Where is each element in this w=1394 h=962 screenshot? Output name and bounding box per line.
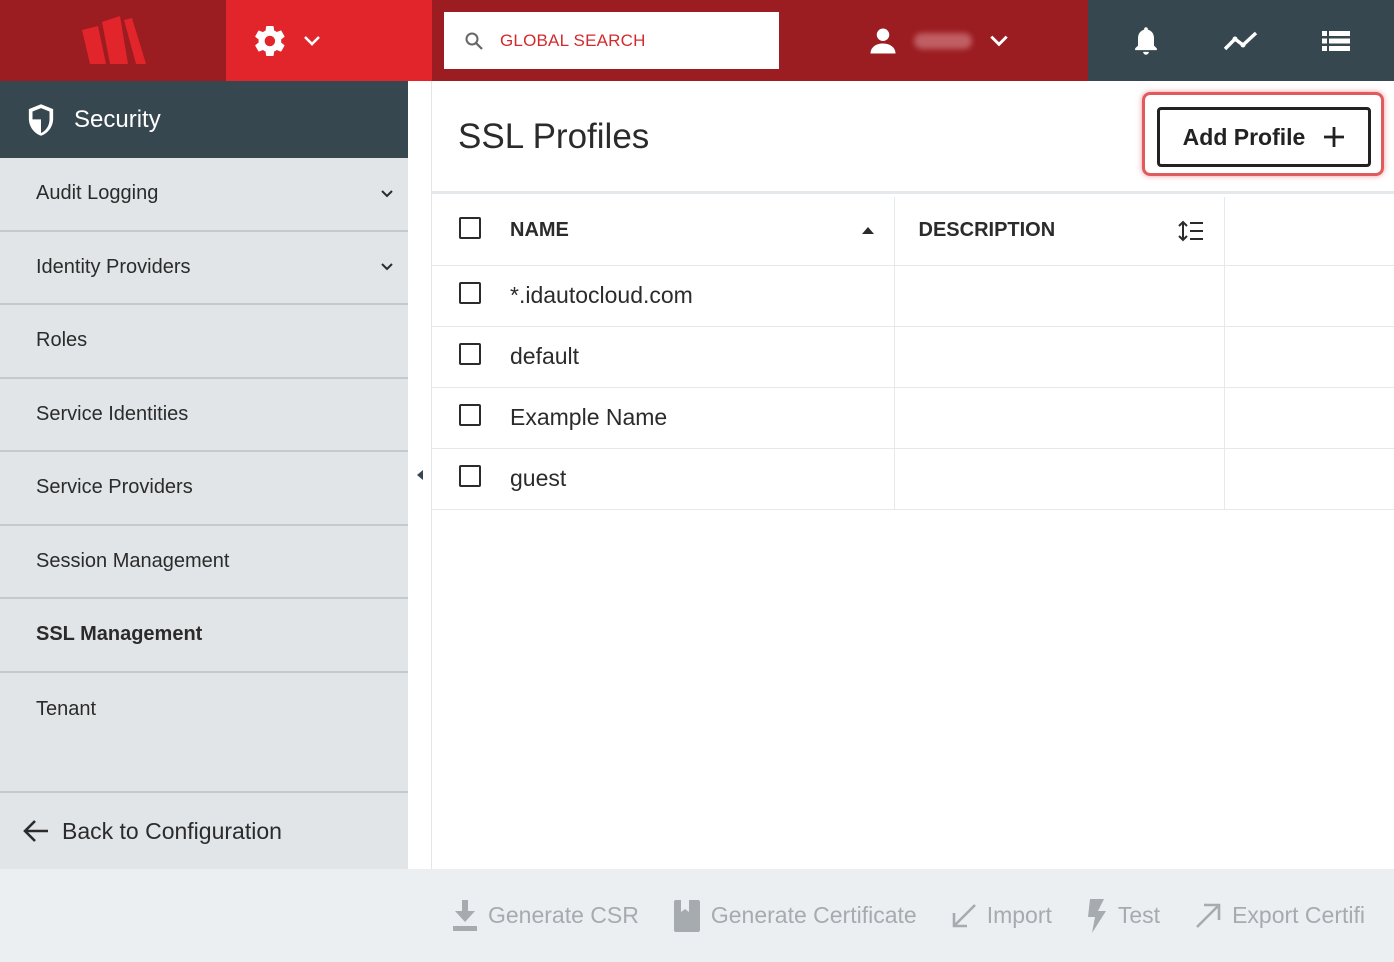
cell-name[interactable]: default bbox=[510, 326, 895, 388]
bottom-action-bar: Generate CSR Generate Certificate Import… bbox=[0, 869, 1394, 962]
generate-csr-button[interactable]: Generate CSR bbox=[452, 899, 639, 932]
notifications-button[interactable] bbox=[1116, 11, 1176, 71]
page-title: SSL Profiles bbox=[458, 117, 650, 156]
export-certificate-label: Export Certifi bbox=[1232, 902, 1365, 928]
settings-menu-button[interactable] bbox=[226, 0, 432, 81]
chevron-down-icon bbox=[990, 35, 1008, 46]
table-header-row: NAME DESCRIPTION bbox=[432, 197, 1394, 266]
cell-name[interactable]: *.idautocloud.com bbox=[510, 265, 895, 327]
table-row[interactable]: *.idautocloud.com bbox=[432, 265, 1394, 327]
sidebar: Security Audit Logging Identity Provider… bbox=[0, 81, 408, 869]
back-label: Back to Configuration bbox=[62, 817, 282, 844]
analytics-button[interactable] bbox=[1211, 11, 1271, 71]
sort-ascending-icon bbox=[861, 226, 874, 234]
certificate-icon bbox=[673, 899, 700, 932]
select-all-checkbox[interactable] bbox=[459, 216, 481, 239]
download-icon bbox=[453, 899, 477, 931]
sidebar-item-label: Roles bbox=[36, 329, 88, 352]
user-menu-button[interactable] bbox=[868, 0, 1010, 81]
sidebar-item-label: Service Identities bbox=[36, 402, 189, 425]
test-button[interactable]: Test bbox=[1086, 898, 1161, 933]
import-button[interactable]: Import bbox=[951, 902, 1052, 929]
sidebar-item-session-management[interactable]: Session Management bbox=[0, 526, 408, 599]
export-certificate-button[interactable]: Export Certifi bbox=[1194, 902, 1365, 930]
bell-icon bbox=[1134, 26, 1157, 55]
add-profile-label: Add Profile bbox=[1182, 123, 1306, 150]
add-profile-button[interactable]: Add Profile bbox=[1157, 107, 1371, 167]
chevron-down-icon bbox=[381, 263, 393, 271]
chevron-down-icon bbox=[304, 35, 320, 46]
top-right-actions bbox=[1088, 0, 1394, 81]
ssl-profiles-table: NAME DESCRIPTION *.idautocloud.com defau… bbox=[432, 197, 1394, 510]
sidebar-header: Security bbox=[0, 81, 408, 158]
sidebar-item-ssl-management[interactable]: SSL Management bbox=[0, 599, 408, 673]
cell-description bbox=[894, 265, 1225, 327]
activity-icon bbox=[1223, 31, 1258, 50]
caret-left-icon bbox=[416, 470, 423, 480]
chevron-down-icon bbox=[381, 190, 393, 198]
shield-icon bbox=[28, 103, 54, 136]
import-arrow-icon bbox=[952, 903, 976, 927]
cell-name[interactable]: guest bbox=[510, 448, 895, 510]
sidebar-title: Security bbox=[74, 105, 161, 133]
sidebar-item-label: Audit Logging bbox=[36, 182, 159, 205]
column-options-icon[interactable] bbox=[1177, 220, 1204, 242]
cell-name[interactable]: Example Name bbox=[510, 387, 895, 449]
row-checkbox[interactable] bbox=[459, 343, 481, 365]
cell-description bbox=[894, 448, 1225, 510]
user-icon bbox=[870, 28, 896, 53]
sidebar-item-label: Tenant bbox=[36, 697, 97, 720]
column-header-name[interactable]: NAME bbox=[510, 197, 895, 266]
logo[interactable] bbox=[0, 0, 226, 81]
export-arrow-icon bbox=[1196, 903, 1221, 928]
user-name-blurred bbox=[914, 32, 972, 49]
logo-icon bbox=[82, 15, 146, 64]
cell-description bbox=[894, 387, 1225, 449]
table-row[interactable]: Example Name bbox=[432, 387, 1394, 449]
sidebar-item-tenant[interactable]: Tenant bbox=[0, 673, 408, 747]
sidebar-item-service-providers[interactable]: Service Providers bbox=[0, 452, 408, 526]
search-icon bbox=[465, 32, 483, 50]
list-view-button[interactable] bbox=[1306, 11, 1366, 71]
sidebar-item-label: Session Management bbox=[36, 549, 230, 572]
back-to-configuration-link[interactable]: Back to Configuration bbox=[0, 791, 408, 869]
row-checkbox[interactable] bbox=[459, 282, 481, 304]
row-checkbox[interactable] bbox=[459, 404, 481, 426]
generate-certificate-label: Generate Certificate bbox=[710, 902, 917, 928]
top-bar: GLOBAL SEARCH bbox=[0, 0, 1394, 81]
cell-description bbox=[894, 326, 1225, 388]
generate-certificate-button[interactable]: Generate Certificate bbox=[673, 899, 917, 933]
sidebar-item-roles[interactable]: Roles bbox=[0, 305, 408, 379]
search-area: GLOBAL SEARCH bbox=[432, 0, 1088, 81]
lightning-icon bbox=[1087, 898, 1106, 933]
row-checkbox[interactable] bbox=[459, 465, 481, 487]
arrow-left-icon bbox=[23, 820, 48, 842]
test-label: Test bbox=[1117, 902, 1161, 928]
import-label: Import bbox=[986, 902, 1052, 928]
gear-icon bbox=[255, 25, 285, 56]
sidebar-item-audit-logging[interactable]: Audit Logging bbox=[0, 158, 408, 232]
sidebar-item-identity-providers[interactable]: Identity Providers bbox=[0, 232, 408, 305]
sidebar-item-label: Identity Providers bbox=[36, 255, 191, 278]
sidebar-collapse-handle[interactable] bbox=[408, 81, 432, 869]
generate-csr-label: Generate CSR bbox=[488, 902, 639, 928]
column-header-description[interactable]: DESCRIPTION bbox=[894, 197, 1225, 266]
page-header: SSL Profiles Add Profile bbox=[432, 81, 1394, 194]
plus-icon bbox=[1324, 127, 1345, 147]
sidebar-item-label: Service Providers bbox=[36, 476, 193, 499]
highlight-box: Add Profile bbox=[1142, 92, 1384, 176]
sidebar-item-label: SSL Management bbox=[36, 623, 203, 646]
main-content: SSL Profiles Add Profile NAME DESCRIPTIO… bbox=[432, 81, 1394, 869]
table-row[interactable]: default bbox=[432, 326, 1394, 388]
sidebar-item-service-identities[interactable]: Service Identities bbox=[0, 379, 408, 452]
global-search-input[interactable]: GLOBAL SEARCH bbox=[444, 12, 779, 69]
table-row[interactable]: guest bbox=[432, 448, 1394, 510]
list-icon bbox=[1322, 30, 1351, 51]
search-placeholder: GLOBAL SEARCH bbox=[500, 30, 646, 50]
